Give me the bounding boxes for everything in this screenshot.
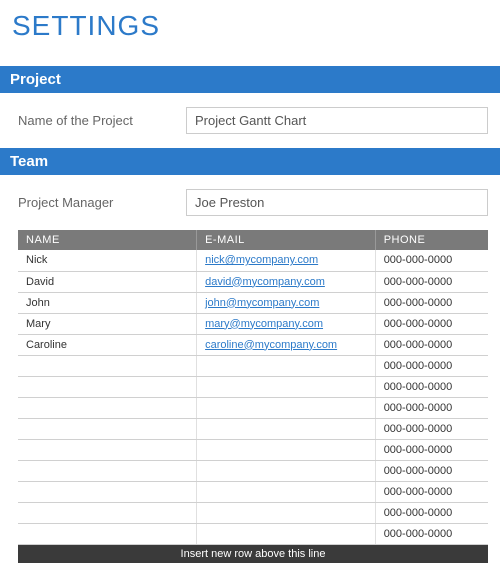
- email-link[interactable]: nick@mycompany.com: [205, 254, 318, 266]
- cell-name[interactable]: [18, 523, 197, 544]
- email-link[interactable]: mary@mycompany.com: [205, 318, 323, 330]
- cell-name[interactable]: [18, 397, 197, 418]
- table-row[interactable]: John john@mycompany.com 000-000-0000: [18, 292, 488, 313]
- project-manager-input[interactable]: [186, 189, 488, 216]
- cell-email[interactable]: [197, 481, 376, 502]
- table-row[interactable]: Mary mary@mycompany.com 000-000-0000: [18, 313, 488, 334]
- cell-phone[interactable]: 000-000-0000: [375, 313, 488, 334]
- table-row[interactable]: 000-000-0000: [18, 439, 488, 460]
- project-manager-row: Project Manager: [0, 175, 500, 230]
- cell-email[interactable]: david@mycompany.com: [197, 271, 376, 292]
- cell-email[interactable]: [197, 439, 376, 460]
- table-row[interactable]: David david@mycompany.com 000-000-0000: [18, 271, 488, 292]
- section-header-team: Team: [0, 148, 500, 175]
- cell-phone[interactable]: 000-000-0000: [375, 292, 488, 313]
- cell-phone[interactable]: 000-000-0000: [375, 502, 488, 523]
- project-name-input[interactable]: [186, 107, 488, 134]
- table-row[interactable]: 000-000-0000: [18, 355, 488, 376]
- email-link[interactable]: david@mycompany.com: [205, 276, 325, 288]
- cell-name[interactable]: Caroline: [18, 334, 197, 355]
- email-link[interactable]: caroline@mycompany.com: [205, 339, 337, 351]
- cell-phone[interactable]: 000-000-0000: [375, 439, 488, 460]
- project-name-label: Name of the Project: [18, 113, 178, 128]
- col-header-name: NAME: [18, 230, 197, 250]
- cell-name[interactable]: [18, 481, 197, 502]
- table-row[interactable]: 000-000-0000: [18, 502, 488, 523]
- table-row[interactable]: 000-000-0000: [18, 523, 488, 544]
- cell-name[interactable]: [18, 439, 197, 460]
- page-title: SETTINGS: [0, 0, 500, 66]
- team-table-header-row: NAME E-MAIL PHONE: [18, 230, 488, 250]
- table-row[interactable]: 000-000-0000: [18, 397, 488, 418]
- cell-name[interactable]: Mary: [18, 313, 197, 334]
- team-table: NAME E-MAIL PHONE Nick nick@mycompany.com…: [18, 230, 488, 545]
- project-manager-label: Project Manager: [18, 195, 178, 210]
- cell-email[interactable]: [197, 460, 376, 481]
- section-header-project: Project: [0, 66, 500, 93]
- cell-name[interactable]: [18, 376, 197, 397]
- cell-phone[interactable]: 000-000-0000: [375, 271, 488, 292]
- cell-email[interactable]: [197, 376, 376, 397]
- cell-phone[interactable]: 000-000-0000: [375, 376, 488, 397]
- cell-name[interactable]: [18, 418, 197, 439]
- team-table-footer[interactable]: Insert new row above this line: [18, 545, 488, 563]
- col-header-email: E-MAIL: [197, 230, 376, 250]
- cell-email[interactable]: [197, 418, 376, 439]
- team-table-wrap: NAME E-MAIL PHONE Nick nick@mycompany.com…: [0, 230, 500, 545]
- cell-name[interactable]: Nick: [18, 250, 197, 271]
- cell-phone[interactable]: 000-000-0000: [375, 250, 488, 271]
- cell-email[interactable]: [197, 523, 376, 544]
- settings-page: SETTINGS Project Name of the Project Tea…: [0, 0, 500, 563]
- cell-email[interactable]: [197, 397, 376, 418]
- table-row[interactable]: 000-000-0000: [18, 481, 488, 502]
- cell-phone[interactable]: 000-000-0000: [375, 418, 488, 439]
- cell-email[interactable]: nick@mycompany.com: [197, 250, 376, 271]
- cell-phone[interactable]: 000-000-0000: [375, 481, 488, 502]
- cell-phone[interactable]: 000-000-0000: [375, 523, 488, 544]
- table-row[interactable]: 000-000-0000: [18, 376, 488, 397]
- cell-email[interactable]: caroline@mycompany.com: [197, 334, 376, 355]
- cell-name[interactable]: [18, 355, 197, 376]
- cell-phone[interactable]: 000-000-0000: [375, 397, 488, 418]
- cell-phone[interactable]: 000-000-0000: [375, 334, 488, 355]
- cell-email[interactable]: [197, 355, 376, 376]
- table-row[interactable]: Caroline caroline@mycompany.com 000-000-00…: [18, 334, 488, 355]
- cell-name[interactable]: David: [18, 271, 197, 292]
- cell-phone[interactable]: 000-000-0000: [375, 460, 488, 481]
- table-row[interactable]: 000-000-0000: [18, 460, 488, 481]
- email-link[interactable]: john@mycompany.com: [205, 297, 319, 309]
- cell-phone[interactable]: 000-000-0000: [375, 355, 488, 376]
- cell-email[interactable]: mary@mycompany.com: [197, 313, 376, 334]
- cell-name[interactable]: [18, 502, 197, 523]
- cell-name[interactable]: John: [18, 292, 197, 313]
- table-row[interactable]: 000-000-0000: [18, 418, 488, 439]
- col-header-phone: PHONE: [375, 230, 488, 250]
- cell-email[interactable]: john@mycompany.com: [197, 292, 376, 313]
- cell-email[interactable]: [197, 502, 376, 523]
- table-row[interactable]: Nick nick@mycompany.com 000-000-0000: [18, 250, 488, 271]
- project-name-row: Name of the Project: [0, 93, 500, 148]
- cell-name[interactable]: [18, 460, 197, 481]
